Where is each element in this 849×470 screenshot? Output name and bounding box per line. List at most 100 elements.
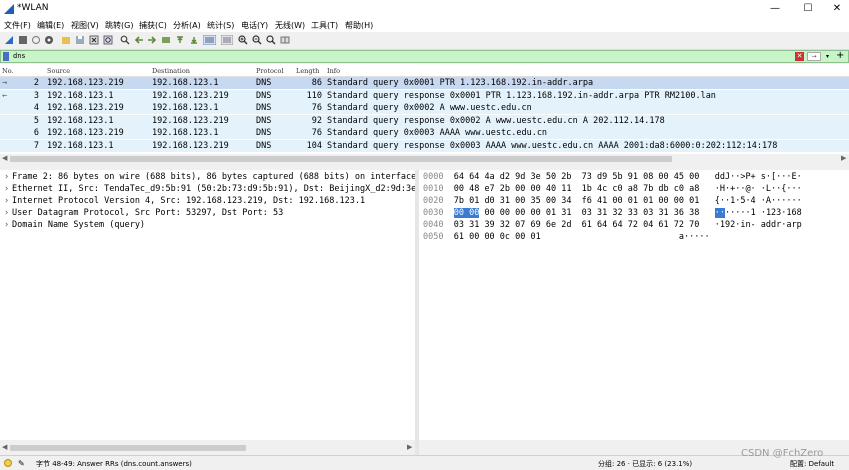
go-last-icon[interactable] xyxy=(189,35,199,45)
detail-ipv4[interactable]: › Internet Protocol Version 4, Src: 192.1… xyxy=(4,196,365,206)
reload-file-icon[interactable] xyxy=(103,35,113,45)
cell-source: 192.168.123.1 xyxy=(47,115,114,126)
save-file-icon[interactable] xyxy=(75,35,85,45)
expand-chevron-icon[interactable]: › xyxy=(4,220,12,230)
hex-row[interactable]: 0050 61 00 00 0c 00 01 a····· xyxy=(423,232,710,242)
clear-filter-icon[interactable]: ✕ xyxy=(795,52,804,61)
expand-chevron-icon[interactable]: › xyxy=(4,196,12,206)
column-no[interactable]: No. xyxy=(2,67,14,75)
minimize-button[interactable]: — xyxy=(760,0,790,18)
detail-ethernet[interactable]: › Ethernet II, Src: TendaTec_d9:5b:91 (50… xyxy=(4,184,427,194)
hex-row[interactable]: 0010 00 48 e7 2b 00 00 40 11 1b 4c c0 a8… xyxy=(423,184,802,194)
cell-protocol: DNS xyxy=(256,78,272,88)
detail-udp[interactable]: › User Datagram Protocol, Src Port: 53297… xyxy=(4,208,283,218)
zoom-out-icon[interactable] xyxy=(252,35,262,45)
status-profile[interactable]: 配置: Default xyxy=(790,459,834,469)
restart-capture-icon[interactable] xyxy=(31,35,41,45)
packet-row[interactable]: 5 192.168.123.1 192.168.123.219 DNS 92 Standa… xyxy=(0,114,849,127)
go-back-icon[interactable] xyxy=(134,35,144,45)
close-file-icon[interactable] xyxy=(89,35,99,45)
colorize-icon[interactable] xyxy=(221,35,233,45)
packet-row[interactable]: → 2 192.168.123.219 192.168.123.1 DNS 86 Stand… xyxy=(0,77,849,89)
scroll-thumb[interactable] xyxy=(10,156,672,162)
autoscroll-icon[interactable] xyxy=(203,35,216,45)
close-button[interactable]: ✕ xyxy=(822,0,849,18)
cell-source: 192.168.123.219 xyxy=(47,78,124,88)
hex-row[interactable]: 0020 7b 01 d0 31 00 35 00 34 f6 41 00 01… xyxy=(423,196,802,206)
detail-frame[interactable]: › Frame 2: 86 bytes on wire (688 bits), 8… xyxy=(4,172,427,182)
cell-info: Standard query response 0x0003 AAAA www.… xyxy=(327,140,778,151)
find-packet-icon[interactable] xyxy=(120,35,130,45)
menu-tools[interactable]: 工具(T) xyxy=(311,20,338,31)
stop-capture-icon[interactable] xyxy=(18,35,28,45)
cell-no: 6 xyxy=(33,128,39,138)
menu-go[interactable]: 跳转(G) xyxy=(105,20,133,31)
hex-row[interactable]: 0030 00 00 00 00 00 00 01 31 03 31 32 33… xyxy=(423,208,802,218)
go-forward-icon[interactable] xyxy=(147,35,157,45)
menu-telephony[interactable]: 电话(Y) xyxy=(241,20,268,31)
details-hscrollbar[interactable]: ◀ ▶ xyxy=(0,443,415,453)
packet-row[interactable]: ← 3 192.168.123.1 192.168.123.219 DNS 110 Stan… xyxy=(0,89,849,102)
start-capture-icon[interactable] xyxy=(4,35,14,45)
capture-options-icon[interactable] xyxy=(44,35,54,45)
cell-length: 76 xyxy=(311,128,322,138)
column-info[interactable]: Info xyxy=(327,67,340,75)
window-title: *WLAN xyxy=(17,3,49,13)
expand-chevron-icon[interactable]: › xyxy=(4,208,12,218)
cell-protocol: DNS xyxy=(256,103,272,113)
cell-destination: 192.168.123.219 xyxy=(152,115,229,126)
packet-details: › Frame 2: 86 bytes on wire (688 bits), 8… xyxy=(0,170,427,440)
menu-view[interactable]: 视图(V) xyxy=(71,20,99,31)
menu-capture[interactable]: 捕获(C) xyxy=(139,20,167,31)
menu-help[interactable]: 帮助(H) xyxy=(345,20,373,31)
expert-info-icon[interactable] xyxy=(4,459,12,467)
go-to-packet-icon[interactable] xyxy=(161,35,171,45)
menu-edit[interactable]: 编辑(E) xyxy=(37,20,64,31)
hex-bytes: 61 00 00 0c 00 01 xyxy=(453,232,541,242)
packet-row[interactable]: 4 192.168.123.219 192.168.123.1 DNS 76 Standa… xyxy=(0,102,849,114)
packet-row[interactable]: 6 192.168.123.219 192.168.123.1 DNS 76 Standa… xyxy=(0,127,849,139)
cell-destination: 192.168.123.219 xyxy=(152,90,229,101)
packet-list-hscrollbar[interactable]: ◀ ▶ xyxy=(0,154,849,164)
wireshark-fin-icon xyxy=(4,4,14,14)
column-source[interactable]: Source xyxy=(47,67,70,75)
hex-bytes: 64 64 4a d2 9d 3e 50 2b 73 d9 5b 91 08 0… xyxy=(453,172,700,182)
cell-length: 92 xyxy=(311,115,322,126)
display-filter-input[interactable]: dns xyxy=(13,52,26,60)
hex-row[interactable]: 0000 64 64 4a d2 9d 3e 50 2b 73 d9 5b 91… xyxy=(423,172,802,182)
menu-wireless[interactable]: 无线(W) xyxy=(275,20,305,31)
status-bar: ✎ 字节 48-49: Answer RRs (dns.count.answer… xyxy=(0,455,849,470)
resize-columns-icon[interactable] xyxy=(280,35,290,45)
zoom-in-icon[interactable] xyxy=(238,35,248,45)
column-protocol[interactable]: Protocol xyxy=(256,67,284,75)
filter-history-dropdown[interactable]: ▾ xyxy=(823,52,832,61)
maximize-button[interactable]: ☐ xyxy=(793,0,823,18)
packet-row[interactable]: 7 192.168.123.1 192.168.123.219 DNS 104 Stand… xyxy=(0,139,849,152)
hex-offset: 0020 xyxy=(423,196,444,206)
menu-statistics[interactable]: 统计(S) xyxy=(207,20,234,31)
scroll-right-icon[interactable]: ▶ xyxy=(841,154,846,162)
scroll-thumb[interactable] xyxy=(10,445,246,451)
column-length[interactable]: Length xyxy=(296,67,319,75)
apply-filter-button[interactable]: → xyxy=(807,52,821,61)
detail-dns[interactable]: › Domain Name System (query) xyxy=(4,220,145,230)
column-destination[interactable]: Destination xyxy=(152,67,190,75)
go-first-icon[interactable] xyxy=(175,35,185,45)
scroll-right-icon[interactable]: ▶ xyxy=(407,443,412,451)
cell-no: 4 xyxy=(33,103,39,113)
expand-chevron-icon[interactable]: › xyxy=(4,184,12,194)
scroll-left-icon[interactable]: ◀ xyxy=(2,154,7,162)
zoom-reset-icon[interactable] xyxy=(266,35,276,45)
menu-analyze[interactable]: 分析(A) xyxy=(173,20,201,31)
cell-no: 3 xyxy=(33,90,39,101)
expand-chevron-icon[interactable]: › xyxy=(4,172,12,182)
packet-list-header: No. Source Destination Protocol Length I… xyxy=(0,64,849,77)
hex-row[interactable]: 0040 03 31 39 32 07 69 6e 2d 61 64 64 72… xyxy=(423,220,802,230)
add-filter-button[interactable]: + xyxy=(836,51,844,61)
open-file-icon[interactable] xyxy=(61,35,71,45)
menu-file[interactable]: 文件(F) xyxy=(4,20,31,31)
edit-comment-icon[interactable]: ✎ xyxy=(18,459,25,468)
hex-bytes: 00 00 00 00 01 31 03 31 32 33 03 31 36 3… xyxy=(479,208,700,218)
bookmark-icon[interactable] xyxy=(3,52,9,61)
scroll-left-icon[interactable]: ◀ xyxy=(2,443,7,451)
